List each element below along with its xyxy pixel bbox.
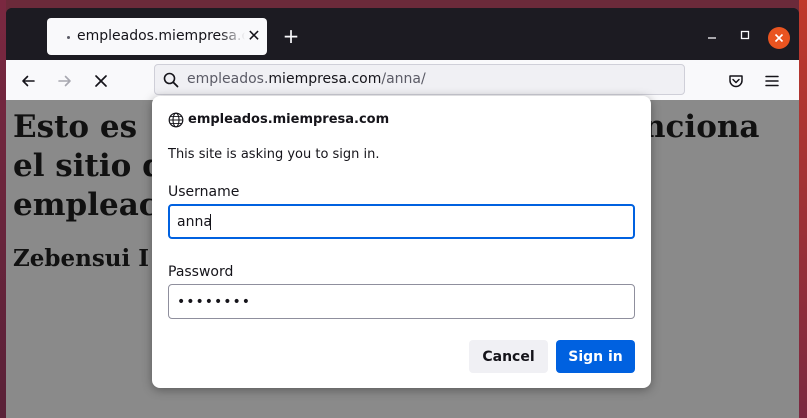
password-label: Password [168, 264, 234, 280]
page-subheading: Zebensui I [13, 245, 150, 272]
url-domain: miempresa.com [268, 71, 382, 87]
minimize-icon [708, 37, 716, 39]
active-tab[interactable]: empleados.miempresa.com ✕ [47, 18, 267, 55]
password-field[interactable] [168, 284, 635, 319]
stop-button[interactable] [89, 69, 113, 93]
forward-arrow-icon [58, 75, 71, 87]
heading-visible-right: nciona [643, 109, 760, 145]
loading-indicator-icon [67, 36, 70, 39]
forward-button[interactable] [53, 69, 77, 93]
maximize-icon [740, 30, 750, 40]
close-icon [774, 33, 784, 43]
new-tab-button[interactable]: + [279, 25, 303, 49]
url-text: empleados.miempresa.com/anna/ [187, 71, 426, 87]
browser-window: empleados.miempresa.com ✕ + empleados.mi… [6, 8, 799, 418]
text-caret [210, 214, 211, 230]
search-icon [163, 72, 179, 88]
sign-in-button[interactable]: Sign in [556, 340, 635, 373]
heading-visible-left: Esto es [13, 109, 138, 145]
heading-line3-left: empleac [13, 187, 158, 223]
dialog-host: empleados.miempresa.com [188, 112, 390, 127]
tab-title: empleados.miempresa.com [77, 28, 245, 44]
menu-icon [765, 75, 779, 87]
pocket-button[interactable] [724, 69, 748, 93]
maximize-button[interactable] [735, 26, 755, 46]
url-path: /anna/ [381, 71, 426, 87]
back-button[interactable] [16, 69, 40, 93]
window-close-button[interactable] [768, 27, 790, 49]
tab-strip: empleados.miempresa.com ✕ + [6, 8, 799, 60]
auth-dialog: empleados.miempresa.com This site is ask… [152, 96, 651, 388]
desktop-wallpaper-right [799, 0, 807, 418]
url-bar[interactable]: empleados.miempresa.com/anna/ [154, 64, 685, 95]
globe-icon [168, 112, 184, 128]
navigation-toolbar: empleados.miempresa.com/anna/ [6, 60, 799, 100]
username-field[interactable] [168, 204, 635, 239]
pocket-icon [729, 75, 743, 88]
cancel-button[interactable]: Cancel [469, 340, 548, 373]
url-prefix: empleados. [187, 71, 269, 87]
tab-close-icon[interactable]: ✕ [244, 26, 264, 46]
back-arrow-icon [22, 75, 35, 87]
minimize-button[interactable] [702, 26, 722, 46]
heading-line2-left: el sitio d [13, 148, 164, 184]
stop-icon [95, 75, 107, 87]
dialog-message: This site is asking you to sign in. [168, 147, 380, 162]
username-label: Username [168, 184, 240, 200]
app-menu-button[interactable] [760, 69, 784, 93]
